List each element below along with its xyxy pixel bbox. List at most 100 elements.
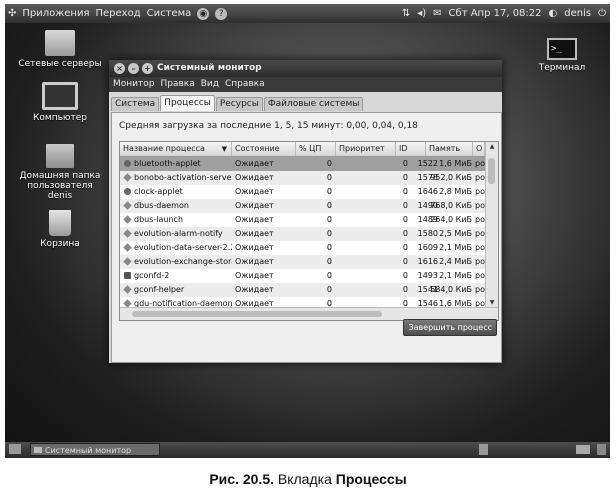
row-extra: ро	[475, 159, 485, 168]
desktop-icon-network[interactable]: Сетевые серверы	[15, 30, 105, 69]
power-icon[interactable]: ⏻	[598, 4, 606, 23]
menu-applications[interactable]: Приложения	[22, 4, 89, 23]
desktop-label-terminal: Терминал	[538, 63, 586, 73]
table-header: Название процесса ▼ Состояние % ЦП Приор…	[120, 142, 485, 157]
computer-icon	[42, 82, 78, 110]
process-table: Название процесса ▼ Состояние % ЦП Приор…	[119, 141, 499, 321]
row-state: Ожидает	[235, 243, 274, 252]
process-icon	[124, 272, 131, 279]
vertical-scroll-thumb[interactable]	[488, 158, 495, 184]
col-cpu[interactable]: % ЦП	[296, 142, 336, 156]
table-row[interactable]: dbus-launch Ожидает 0 0 1489 264,0 КиБ ро	[120, 213, 485, 227]
panel-trash-icon[interactable]	[479, 444, 488, 455]
row-priority: 0	[402, 271, 408, 280]
row-priority: 0	[402, 229, 408, 238]
browser-icon[interactable]: ◉	[197, 7, 210, 20]
row-state: Ожидает	[235, 257, 274, 266]
menu-help[interactable]: Справка	[225, 77, 265, 92]
row-state: Ожидает	[235, 187, 274, 196]
vertical-scrollbar[interactable]: ▲ ▼	[485, 142, 498, 307]
desktop-icon-computer[interactable]: Компьютер	[15, 82, 105, 123]
row-priority: 0	[402, 243, 408, 252]
row-state: Ожидает	[235, 229, 274, 238]
process-icon	[123, 285, 132, 294]
maximize-icon[interactable]: +	[142, 63, 153, 74]
show-desktop-icon[interactable]	[9, 444, 21, 454]
row-state: Ожидает	[235, 159, 274, 168]
col-id[interactable]: ID	[396, 142, 426, 156]
table-row[interactable]: bluetooth-applet Ожидает 0 0 1522 1,6 МиБ ро	[120, 157, 485, 171]
tab-processes[interactable]: Процессы	[160, 95, 215, 111]
menu-system[interactable]: Система	[147, 4, 192, 23]
row-extra: ро	[475, 201, 485, 210]
home-folder-icon	[46, 144, 74, 168]
desktop-icon-home[interactable]: Домашняя папка пользователя denis	[15, 144, 105, 201]
table-row[interactable]: clock-applet Ожидает 0 0 1646 2,8 МиБ ро	[120, 185, 485, 199]
desktop-label-home: Домашняя папка пользователя denis	[19, 171, 101, 201]
bottom-panel: Системный монитор	[5, 442, 610, 458]
horizontal-scroll-thumb[interactable]	[132, 311, 382, 317]
table-row[interactable]: dbus-daemon Ожидает 0 0 1490 768,0 КиБ ро	[120, 199, 485, 213]
col-priority[interactable]: Приоритет	[336, 142, 396, 156]
row-name: gconf-helper	[134, 285, 185, 294]
col-memory[interactable]: Память	[426, 142, 473, 156]
row-state: Ожидает	[235, 215, 274, 224]
row-cpu: 0	[326, 229, 332, 238]
menu-monitor[interactable]: Монитор	[113, 77, 154, 92]
row-name: bluetooth-applet	[134, 159, 201, 168]
table-row[interactable]: gconf-helper Ожидает 0 0 1541 584,0 КиБ ро	[120, 283, 485, 297]
col-state[interactable]: Состояние	[232, 142, 296, 156]
network-icon[interactable]: ⇅	[402, 4, 410, 23]
menu-view[interactable]: Вид	[201, 77, 219, 92]
table-row[interactable]: bonobo-activation-server Ожидает 0 0 1578 952…	[120, 171, 485, 185]
row-name: bonobo-activation-server	[134, 173, 232, 182]
process-icon	[123, 201, 132, 210]
window-titlebar[interactable]: × – + Системный монитор	[109, 60, 502, 77]
table-row[interactable]: gconfd-2 Ожидает 0 0 1493 2,1 МиБ ро	[120, 269, 485, 283]
desktop-icon-trash[interactable]: Корзина	[15, 210, 105, 249]
menu-edit[interactable]: Правка	[160, 77, 194, 92]
tab-system[interactable]: Система	[111, 97, 160, 111]
scroll-down-icon[interactable]: ▼	[486, 299, 498, 306]
close-icon[interactable]: ×	[114, 63, 125, 74]
panel-clock[interactable]: Сбт Апр 17, 08:22	[449, 4, 542, 23]
row-memory: 2,1 МиБ	[439, 243, 472, 252]
process-icon	[123, 173, 132, 182]
row-memory: 584,0 КиБ	[430, 285, 472, 294]
taskbar-item-system-monitor[interactable]: Системный монитор	[30, 443, 160, 456]
figure-caption: Рис. 20.5. Вкладка Процессы	[0, 471, 616, 487]
user-icon[interactable]: ◐	[549, 4, 558, 23]
network-folder-icon	[45, 30, 75, 56]
row-name: dbus-launch	[134, 215, 184, 224]
table-row[interactable]: evolution-exchange-storag Ожидает 0 0 1616 2,…	[120, 255, 485, 269]
scroll-up-icon[interactable]: ▲	[486, 143, 498, 150]
process-icon	[123, 215, 132, 224]
row-extra: ро	[475, 257, 485, 266]
trash-applet-icon[interactable]	[597, 444, 606, 455]
workspace-switcher-icon[interactable]	[576, 445, 590, 454]
end-process-button[interactable]: Завершить процесс	[403, 319, 497, 336]
panel-user[interactable]: denis	[564, 4, 591, 23]
volume-icon[interactable]: ◂)	[417, 4, 426, 23]
caption-prefix: Рис. 20.5.	[209, 471, 274, 487]
col-name-label: Название процесса	[123, 144, 205, 153]
row-cpu: 0	[326, 187, 332, 196]
minimize-icon[interactable]: –	[128, 63, 139, 74]
help-icon[interactable]: ?	[215, 7, 228, 20]
tab-filesystems[interactable]: Файловые системы	[263, 97, 364, 111]
menu-places[interactable]: Переход	[95, 4, 140, 23]
mail-icon[interactable]: ✉	[433, 4, 441, 23]
window-menubar: Монитор Правка Вид Справка	[109, 77, 502, 92]
ubuntu-logo-icon[interactable]: ✣	[8, 4, 16, 23]
tab-resources[interactable]: Ресурсы	[215, 97, 263, 111]
desktop-label-computer: Компьютер	[33, 113, 87, 123]
desktop-screen: ✣ Приложения Переход Система ◉ ? ⇅ ◂) ✉ …	[5, 4, 610, 458]
terminal-icon: >_	[547, 38, 577, 60]
desktop-icon-terminal[interactable]: >_ Терминал	[517, 38, 607, 73]
table-row[interactable]: evolution-alarm-notify Ожидает 0 0 1580 2,5 М…	[120, 227, 485, 241]
trash-icon	[49, 210, 71, 236]
col-extra[interactable]: О	[473, 142, 485, 156]
col-name[interactable]: Название процесса ▼	[120, 142, 232, 156]
row-memory: 264,0 КиБ	[430, 215, 472, 224]
table-row[interactable]: evolution-data-server-2.28 Ожидает 0 0 1609 2…	[120, 241, 485, 255]
